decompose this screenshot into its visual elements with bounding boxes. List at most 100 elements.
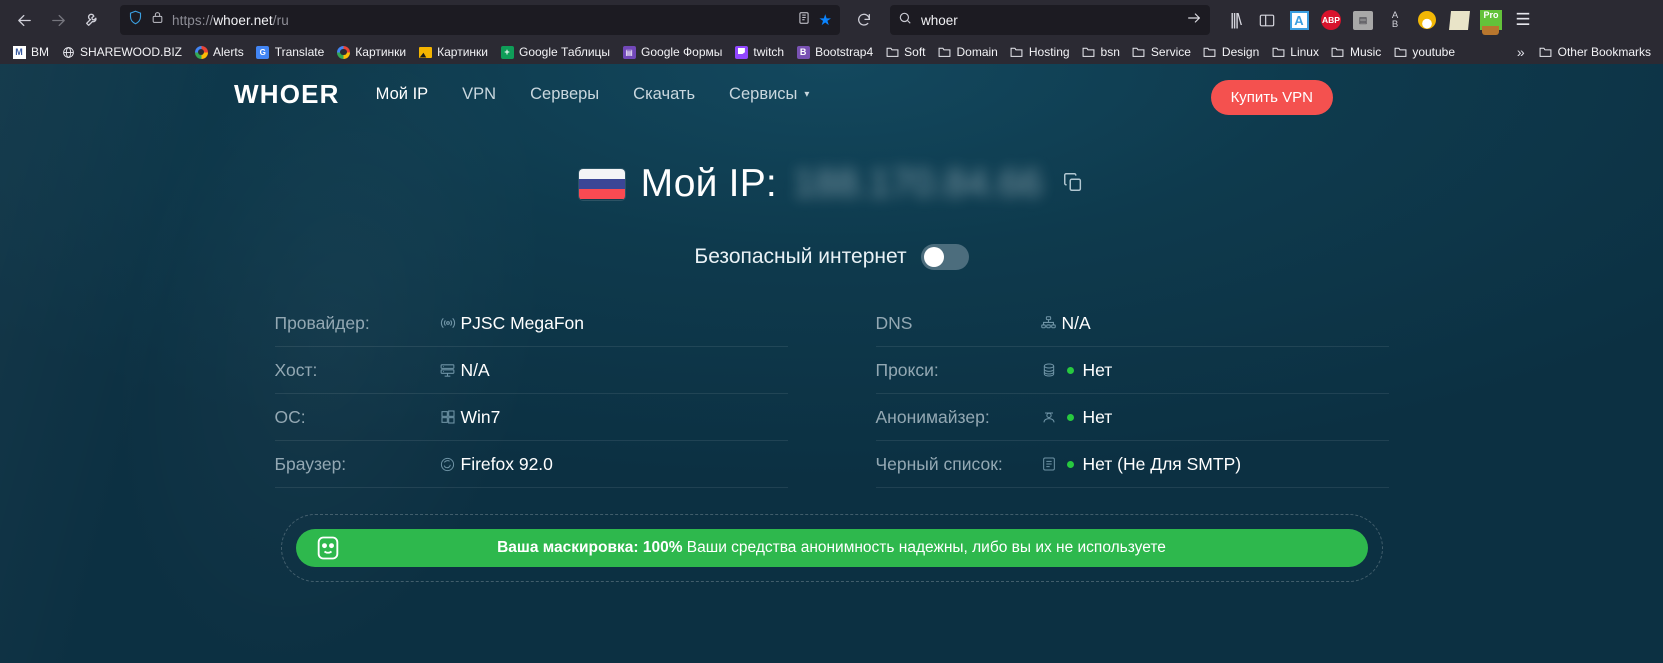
bookmark-folder-service[interactable]: Service	[1126, 43, 1197, 61]
info-row-provider: Провайдер: PJSC MegaFon	[274, 300, 788, 347]
info-value: N/A	[1061, 312, 1091, 333]
lock-icon[interactable]	[151, 11, 164, 29]
bookmark-folder-design[interactable]: Design	[1197, 43, 1265, 61]
spy-icon	[1036, 409, 1062, 425]
bookmark-sharewood[interactable]: SHAREWOOD.BIZ	[55, 43, 188, 61]
status-dot	[1066, 366, 1074, 374]
reload-button[interactable]	[848, 5, 880, 35]
firefox-icon	[435, 456, 461, 473]
bookmark-google-sheets[interactable]: + Google Таблицы	[494, 43, 616, 61]
search-bar[interactable]: whoer	[890, 5, 1210, 35]
search-go-icon[interactable]	[1186, 10, 1202, 31]
shield-icon[interactable]	[128, 10, 143, 30]
nav-item-vpn[interactable]: VPN	[462, 85, 496, 104]
bookmark-star-icon[interactable]: ★	[819, 13, 832, 28]
nav-label: Мой IP	[375, 84, 429, 103]
bookmark-folder-linux[interactable]: Linux	[1265, 43, 1325, 61]
whoer-page: WHOER Мой IP VPN Серверы Скачать Сервисы…	[0, 64, 1663, 663]
forward-button[interactable]	[42, 5, 74, 35]
bm-icon: M	[12, 45, 26, 59]
folder-icon	[938, 45, 952, 59]
info-key: Браузер:	[274, 453, 347, 474]
folder-icon	[1539, 45, 1553, 59]
bookmark-alerts[interactable]: Alerts	[188, 43, 250, 61]
info-key: Хост:	[274, 359, 318, 380]
bookmark-folder-hosting[interactable]: Hosting	[1004, 43, 1076, 61]
info-value: PJSC MegaFon	[460, 312, 585, 333]
nav-item-servers[interactable]: Серверы	[530, 85, 599, 104]
nav-item-my-ip[interactable]: Мой IP	[376, 85, 429, 104]
checklist-icon	[1036, 456, 1062, 472]
folder-icon	[885, 45, 899, 59]
translate-extension-icon[interactable]: A	[1286, 7, 1312, 33]
info-column-right: DNS N/A Прокси: Нет Анонимайзер: Нет Чер…	[875, 300, 1389, 488]
nav-item-services[interactable]: Сервисы ▾	[729, 85, 809, 104]
flame-extension-icon[interactable]	[1414, 7, 1440, 33]
ip-heading-label: Мой IP:	[640, 162, 777, 205]
bookmark-google-forms[interactable]: ▤ Google Формы	[616, 43, 728, 61]
adblock-plus-icon[interactable]: ABP	[1318, 7, 1344, 33]
bookmark-folder-youtube[interactable]: youtube	[1387, 43, 1461, 61]
notes-extension-icon[interactable]: ▤	[1350, 7, 1376, 33]
info-value: N/A	[460, 359, 490, 380]
ip-heading-row: Мой IP: 188.170.84.66	[0, 162, 1663, 206]
google-icon	[336, 45, 350, 59]
ab-test-icon[interactable]: AB	[1382, 7, 1408, 33]
back-button[interactable]	[8, 5, 40, 35]
picture-icon	[418, 45, 432, 59]
info-key: Провайдер:	[274, 312, 370, 333]
highlight-extension-icon[interactable]	[1446, 7, 1472, 33]
extensions-area: |||\ A ABP ▤ AB Pro ☰	[1222, 7, 1536, 35]
search-input[interactable]: whoer	[921, 13, 1177, 28]
russia-flag-icon	[578, 168, 625, 200]
info-column-left: Провайдер: PJSC MegaFon Хост: N/A ОС: Wi…	[274, 300, 788, 488]
folder-icon	[1082, 45, 1096, 59]
info-value: Нет	[1082, 359, 1113, 380]
banner-rest-text: Ваши средства анонимность надежны, либо …	[682, 539, 1166, 556]
sidebar-icon[interactable]	[1254, 7, 1280, 33]
broadcast-icon	[435, 314, 461, 332]
library-icon[interactable]: |||\	[1222, 7, 1248, 33]
secure-internet-toggle[interactable]	[920, 244, 969, 270]
bookmark-bm[interactable]: M BM	[6, 43, 55, 61]
reader-view-icon[interactable]	[797, 11, 811, 30]
site-header: WHOER Мой IP VPN Серверы Скачать Сервисы…	[0, 64, 1663, 124]
bookmark-kartinki-1[interactable]: Картинки	[330, 43, 412, 61]
browser-chrome: https://whoer.net/ru ★ whoer |||\ A ABP …	[0, 0, 1663, 64]
secure-internet-toggle-row: Безопасный интернет	[0, 244, 1663, 270]
pro-extension-icon[interactable]: Pro	[1478, 7, 1504, 35]
nav-label: Серверы	[530, 84, 600, 103]
info-row-anonymizer: Анонимайзер: Нет	[875, 394, 1389, 441]
address-bar[interactable]: https://whoer.net/ru ★	[120, 5, 840, 35]
site-logo[interactable]: WHOER	[234, 79, 340, 110]
info-row-dns: DNS N/A	[875, 300, 1389, 347]
nav-item-download[interactable]: Скачать	[633, 85, 695, 104]
info-value: Firefox 92.0	[460, 453, 553, 474]
bookmark-translate[interactable]: G Translate	[250, 43, 331, 61]
wrench-icon[interactable]	[76, 5, 108, 35]
buy-vpn-button[interactable]: Купить VPN	[1210, 80, 1333, 115]
info-row-browser: Браузер: Firefox 92.0	[274, 441, 788, 488]
bookmark-folder-bsn[interactable]: bsn	[1076, 43, 1126, 61]
info-key: Прокси:	[875, 359, 939, 380]
bookmark-folder-soft[interactable]: Soft	[879, 43, 931, 61]
url-text[interactable]: https://whoer.net/ru	[172, 13, 789, 28]
info-grid: Провайдер: PJSC MegaFon Хост: N/A ОС: Wi…	[0, 300, 1663, 488]
toggle-knob	[923, 247, 944, 267]
bookmark-folder-domain[interactable]: Domain	[932, 43, 1004, 61]
bookmark-kartinki-2[interactable]: Картинки	[412, 43, 494, 61]
hamburger-menu-icon[interactable]: ☰	[1510, 7, 1536, 33]
bookmark-folder-music[interactable]: Music	[1325, 43, 1387, 61]
banner-bold-text: Ваша маскировка: 100%	[497, 539, 683, 556]
bookmark-bootstrap4[interactable]: B Bootstrap4	[790, 43, 879, 61]
navigation-toolbar: https://whoer.net/ru ★ whoer |||\ A ABP …	[0, 0, 1663, 40]
bookmark-twitch[interactable]: twitch	[728, 43, 790, 61]
info-key: ОС:	[274, 406, 306, 427]
copy-icon[interactable]	[1062, 171, 1084, 198]
bookmarks-overflow-chevron[interactable]: »	[1509, 44, 1533, 60]
search-icon	[898, 11, 912, 30]
info-row-host: Хост: N/A	[274, 347, 788, 394]
dns-network-icon	[1036, 315, 1062, 332]
anonymity-banner-text: Ваша маскировка: 100% Ваши средства анон…	[314, 539, 1350, 557]
other-bookmarks-folder[interactable]: Other Bookmarks	[1533, 43, 1657, 61]
